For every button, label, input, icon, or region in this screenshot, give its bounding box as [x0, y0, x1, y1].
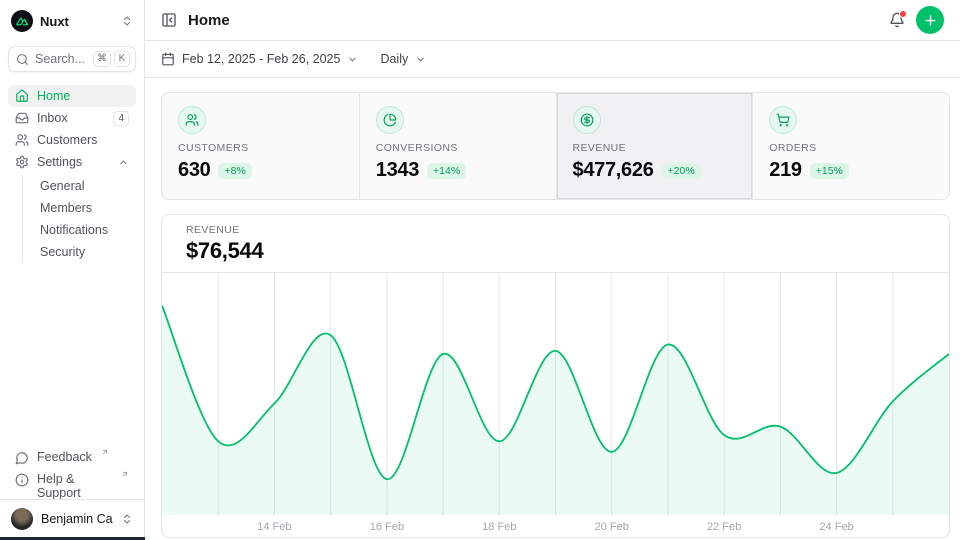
filter-toolbar: Feb 12, 2025 - Feb 26, 2025 Daily — [145, 41, 960, 78]
revenue-chart-card: REVENUE $76,544 14 Feb 16 Feb 18 Feb 20 Feb… — [161, 214, 950, 538]
kbd-meta: ⌘ — [93, 51, 111, 67]
stat-delta-badge: +20% — [662, 163, 701, 179]
page-title: Home — [188, 12, 230, 29]
stat-delta-badge: +15% — [810, 163, 849, 179]
chart-header: REVENUE $76,544 — [162, 215, 949, 273]
sidebar-item-inbox[interactable]: Inbox 4 — [8, 107, 136, 129]
cart-icon — [776, 113, 790, 127]
avatar — [11, 508, 33, 530]
stat-value: 1343 — [376, 159, 419, 182]
stat-card-conversions[interactable]: CONVERSIONS 1343 +14% — [359, 93, 556, 199]
stat-value: 630 — [178, 159, 210, 182]
date-range-label: Feb 12, 2025 - Feb 26, 2025 — [182, 52, 340, 66]
revenue-chart[interactable]: 14 Feb 16 Feb 18 Feb 20 Feb 22 Feb 24 Feb — [162, 273, 949, 537]
inbox-icon — [15, 111, 29, 125]
sidebar-item-help-support[interactable]: Help & Support — [8, 470, 136, 492]
chat-bubble-icon — [15, 451, 29, 465]
external-link-icon — [101, 448, 109, 456]
chevron-down-icon — [415, 54, 426, 65]
stat-label: CUSTOMERS — [178, 142, 343, 154]
workspace-name: Nuxt — [40, 14, 114, 29]
inbox-count-badge: 4 — [113, 111, 129, 126]
user-name: Benjamin Canac — [41, 512, 113, 526]
kbd-k: K — [114, 51, 130, 67]
house-icon — [15, 89, 29, 103]
revenue-chart-svg: 14 Feb 16 Feb 18 Feb 20 Feb 22 Feb 24 Feb — [162, 273, 949, 537]
svg-text:24 Feb: 24 Feb — [819, 521, 853, 533]
sidebar-item-label: Home — [37, 89, 70, 103]
stat-value: $477,626 — [573, 159, 654, 182]
stats-row: CUSTOMERS 630 +8% CONVERSIONS 1343 +14% — [161, 92, 950, 200]
users-icon — [185, 113, 199, 127]
svg-text:18 Feb: 18 Feb — [482, 521, 516, 533]
search-placeholder: Search... — [35, 52, 85, 66]
stat-label: ORDERS — [769, 142, 933, 154]
chevrons-up-down-icon — [121, 513, 133, 525]
svg-text:14 Feb: 14 Feb — [257, 521, 291, 533]
info-circle-icon — [15, 473, 29, 487]
stat-delta-badge: +8% — [218, 163, 251, 179]
panel-left-close-icon — [161, 12, 177, 28]
search-input[interactable]: Search... ⌘ K — [8, 46, 136, 72]
pie-chart-icon — [383, 113, 397, 127]
sidebar-item-notifications[interactable]: Notifications — [23, 219, 136, 241]
chevron-down-icon — [347, 54, 358, 65]
svg-text:22 Feb: 22 Feb — [707, 521, 741, 533]
sidebar-item-feedback[interactable]: Feedback — [8, 448, 136, 470]
plus-icon — [923, 13, 938, 28]
chart-metric-value: $76,544 — [186, 239, 925, 263]
notification-dot — [899, 10, 907, 18]
sidebar-item-label: Settings — [37, 155, 82, 169]
chart-metric-label: REVENUE — [186, 224, 925, 236]
gear-icon — [15, 155, 29, 169]
sidebar-item-customers[interactable]: Customers — [8, 129, 136, 151]
external-link-icon — [121, 470, 129, 478]
sidebar-nav: Home Inbox 4 Customers Settings — [8, 85, 136, 265]
settings-subnav: General Members Notifications Security — [22, 175, 136, 263]
svg-text:20 Feb: 20 Feb — [595, 521, 629, 533]
period-label: Daily — [380, 52, 408, 66]
users-icon — [15, 133, 29, 147]
svg-text:16 Feb: 16 Feb — [370, 521, 404, 533]
chevrons-up-down-icon — [121, 15, 133, 27]
app-window: Nuxt Search... ⌘ K Home — [0, 0, 960, 540]
sidebar-item-home[interactable]: Home — [8, 85, 136, 107]
workspace-selector[interactable]: Nuxt — [8, 9, 136, 33]
main-area: Home Feb 12, 2025 - Feb 26, 2025 — [145, 0, 960, 540]
period-select[interactable]: Daily — [380, 52, 426, 66]
date-range-picker[interactable]: Feb 12, 2025 - Feb 26, 2025 — [161, 52, 358, 66]
stat-label: CONVERSIONS — [376, 142, 540, 154]
stat-delta-badge: +14% — [427, 163, 466, 179]
stat-card-orders[interactable]: ORDERS 219 +15% — [752, 93, 949, 199]
nuxt-logo-icon — [11, 10, 33, 32]
sidebar-item-members[interactable]: Members — [23, 197, 136, 219]
sidebar-item-settings[interactable]: Settings — [8, 151, 136, 173]
search-icon — [16, 53, 29, 66]
sidebar-item-label: Help & Support — [37, 472, 112, 500]
sidebar-item-security[interactable]: Security — [23, 241, 136, 263]
sidebar-item-label: Inbox — [37, 111, 68, 125]
page-header: Home — [145, 0, 960, 41]
search-shortcut: ⌘ K — [93, 51, 130, 67]
sidebar-spacer — [8, 265, 136, 448]
chevron-up-icon — [118, 157, 129, 168]
stat-value: 219 — [769, 159, 801, 182]
user-menu[interactable]: Benjamin Canac — [8, 500, 136, 534]
sidebar-item-label: Feedback — [37, 450, 92, 464]
dashboard-content: CUSTOMERS 630 +8% CONVERSIONS 1343 +14% — [145, 78, 960, 540]
dollar-circle-icon — [580, 113, 594, 127]
add-new-button[interactable] — [916, 6, 944, 34]
stat-label: REVENUE — [573, 142, 737, 154]
sidebar-item-general[interactable]: General — [23, 175, 136, 197]
sidebar-item-label: Customers — [37, 133, 97, 147]
collapse-sidebar-button[interactable] — [161, 12, 177, 28]
stat-card-customers[interactable]: CUSTOMERS 630 +8% — [162, 93, 359, 199]
stat-card-revenue[interactable]: REVENUE $477,626 +20% — [556, 93, 753, 199]
notifications-button[interactable] — [889, 12, 905, 28]
sidebar: Nuxt Search... ⌘ K Home — [0, 0, 145, 540]
calendar-icon — [161, 52, 175, 66]
